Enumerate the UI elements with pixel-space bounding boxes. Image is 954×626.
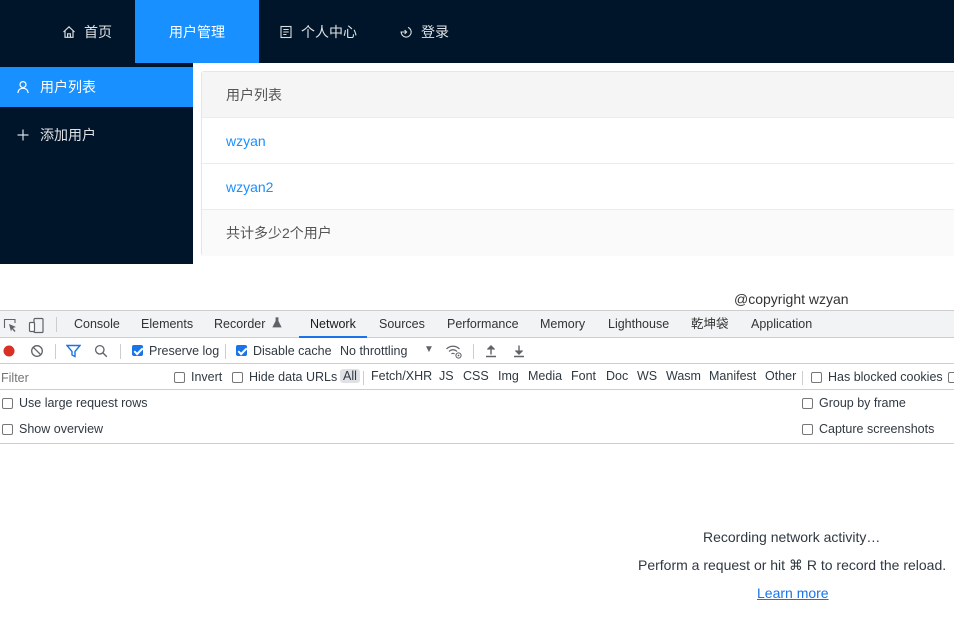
nav-item-login[interactable]: 登录 <box>399 0 449 63</box>
tab-network[interactable]: Network <box>299 311 367 338</box>
filter-input[interactable] <box>0 368 160 387</box>
profile-icon <box>280 25 292 38</box>
nav-item-profile[interactable]: 个人中心 <box>279 0 357 63</box>
filter-type-other[interactable]: Other <box>765 369 796 383</box>
tab-sources[interactable]: Sources <box>379 311 425 338</box>
preserve-log-checkbox[interactable] <box>132 345 143 356</box>
network-settings: Use large request rows Show overview Gro… <box>0 390 954 444</box>
reload-hint: Perform a request or hit ⌘ R to record t… <box>638 557 947 573</box>
list-item[interactable]: wzyan <box>202 118 954 164</box>
devtools-panel: Console Elements Recorder Network Source… <box>0 310 954 626</box>
learn-more-link[interactable]: Learn more <box>757 585 829 601</box>
tab-qiankun[interactable]: 乾坤袋 <box>691 311 729 338</box>
plus-icon <box>17 129 29 141</box>
group-by-frame-label: Group by frame <box>819 396 906 410</box>
filter-type-wasm[interactable]: Wasm <box>666 369 701 383</box>
search-icon[interactable] <box>94 344 108 358</box>
filter-type-css[interactable]: CSS <box>463 369 489 383</box>
tab-performance[interactable]: Performance <box>447 311 519 338</box>
inspect-element-icon[interactable] <box>2 317 18 333</box>
tab-memory[interactable]: Memory <box>540 311 585 338</box>
large-rows-checkbox[interactable] <box>2 398 13 409</box>
show-overview-checkbox[interactable] <box>2 424 13 435</box>
devtools-tab-strip: Console Elements Recorder Network Source… <box>0 311 954 338</box>
hide-data-urls-checkbox[interactable] <box>232 372 243 383</box>
filter-type-ws[interactable]: WS <box>637 369 657 383</box>
filter-type-all[interactable]: All <box>340 369 360 383</box>
home-icon <box>63 25 75 38</box>
preserve-log-label: Preserve log <box>149 344 220 358</box>
disable-cache-checkbox[interactable] <box>236 345 247 356</box>
recording-message: Recording network activity… <box>703 529 881 545</box>
capture-screenshots-label: Capture screenshots <box>819 422 935 436</box>
filter-type-doc[interactable]: Doc <box>606 369 628 383</box>
filter-type-js[interactable]: JS <box>439 369 454 383</box>
divider <box>55 344 56 359</box>
user-list-card: 用户列表 wzyan wzyan2 共计多少2个用户 <box>201 71 954 256</box>
filter-type-font[interactable]: Font <box>571 369 596 383</box>
device-toolbar-icon[interactable] <box>27 316 45 334</box>
network-toolbar: Preserve log Disable cache No throttling… <box>0 338 954 364</box>
import-har-icon[interactable] <box>484 344 498 358</box>
nav-label: 登录 <box>421 23 449 40</box>
divider <box>56 317 57 332</box>
flask-icon <box>272 311 282 338</box>
nav-label: 个人中心 <box>301 23 357 40</box>
disable-cache-label: Disable cache <box>253 344 332 358</box>
menu-item-add-user[interactable]: 添加用户 <box>0 115 193 155</box>
large-rows-label: Use large request rows <box>19 396 148 410</box>
side-menu: 用户列表 添加用户 <box>0 63 193 264</box>
has-blocked-cookies-label: Has blocked cookies <box>828 370 943 384</box>
menu-item-user-list[interactable]: 用户列表 <box>0 67 193 107</box>
login-icon <box>400 26 412 38</box>
tab-label: Recorder <box>214 317 266 331</box>
capture-screenshots-checkbox[interactable] <box>802 424 813 435</box>
nav-item-home[interactable]: 首页 <box>62 0 112 63</box>
filter-type-manifest[interactable]: Manifest <box>709 369 756 383</box>
filter-icon[interactable] <box>66 344 81 358</box>
tab-elements[interactable]: Elements <box>141 311 193 338</box>
hide-data-urls-label: Hide data URLs <box>249 370 338 384</box>
filter-type-fetch-xhr[interactable]: Fetch/XHR <box>371 369 432 383</box>
show-overview-label: Show overview <box>19 422 104 436</box>
list-header: 用户列表 <box>202 72 954 118</box>
blocked-requests-checkbox[interactable] <box>948 372 954 383</box>
network-conditions-icon[interactable] <box>445 343 463 359</box>
invert-checkbox[interactable] <box>174 372 185 383</box>
chevron-down-icon: ▼ <box>424 344 434 355</box>
nav-label: 用户管理 <box>169 23 225 40</box>
has-blocked-cookies-checkbox[interactable] <box>811 372 822 383</box>
tab-recorder[interactable]: Recorder <box>214 311 282 338</box>
clear-icon[interactable] <box>30 344 44 358</box>
top-nav: 首页 用户管理 个人中心 登录 <box>0 0 954 63</box>
record-icon[interactable] <box>2 344 16 358</box>
throttling-select[interactable]: No throttling <box>340 344 407 358</box>
copyright-text: @copyright wzyan <box>734 291 849 307</box>
tab-lighthouse[interactable]: Lighthouse <box>608 311 669 338</box>
divider <box>363 371 364 385</box>
menu-label: 添加用户 <box>40 127 96 143</box>
filter-type-img[interactable]: Img <box>498 369 519 383</box>
invert-label: Invert <box>191 370 223 384</box>
divider <box>473 344 474 359</box>
divider <box>120 344 121 359</box>
divider <box>225 344 226 359</box>
user-icon <box>17 80 29 94</box>
tab-application[interactable]: Application <box>751 311 812 338</box>
menu-label: 用户列表 <box>40 79 96 95</box>
list-footer: 共计多少2个用户 <box>202 210 954 256</box>
export-har-icon[interactable] <box>512 344 526 358</box>
nav-label: 首页 <box>84 23 112 40</box>
group-by-frame-checkbox[interactable] <box>802 398 813 409</box>
filter-type-media[interactable]: Media <box>528 369 562 383</box>
divider <box>802 371 803 385</box>
tab-console[interactable]: Console <box>74 311 120 338</box>
nav-item-user-management[interactable]: 用户管理 <box>135 0 259 63</box>
list-item[interactable]: wzyan2 <box>202 164 954 210</box>
